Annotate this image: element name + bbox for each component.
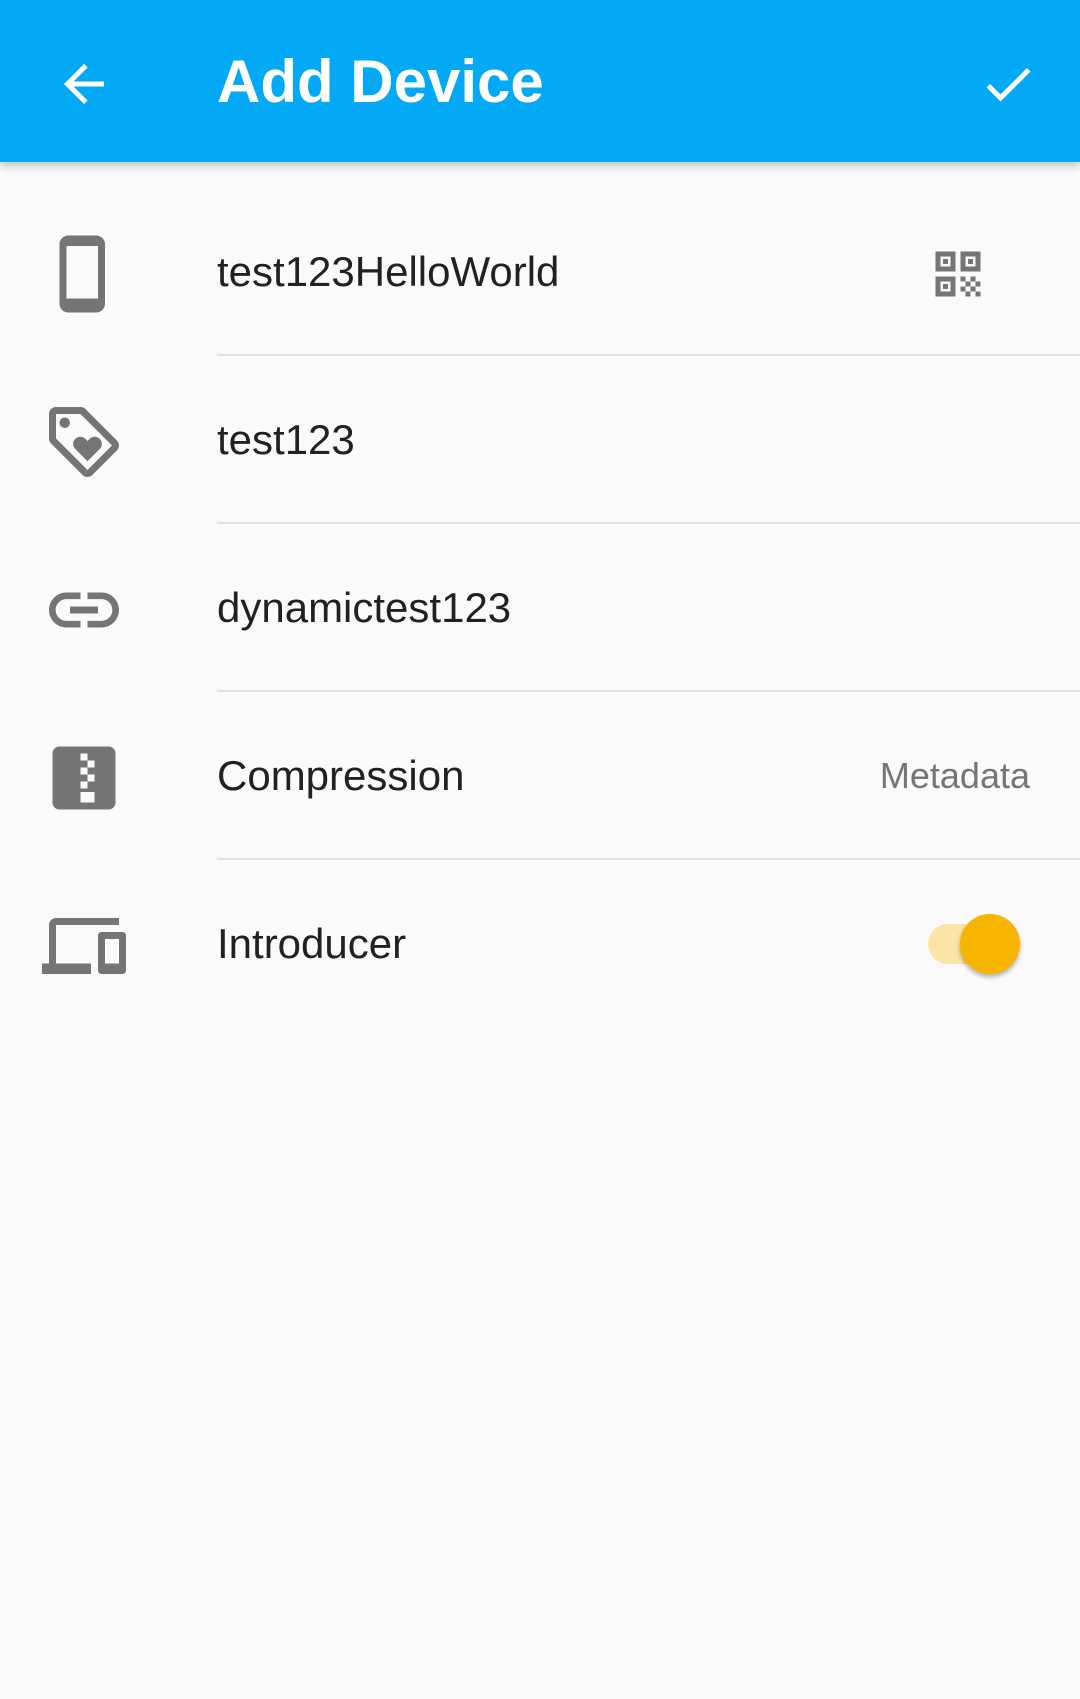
qr-code-icon[interactable] — [928, 244, 988, 304]
app-bar: Add Device — [0, 0, 1080, 162]
phone-icon — [59, 235, 105, 313]
devices-icon — [42, 918, 126, 974]
address-field[interactable]: dynamictest123 — [217, 574, 511, 642]
device-name-row: test123 — [0, 356, 1080, 524]
compression-row[interactable]: Compression Metadata — [0, 692, 1080, 860]
introducer-label: Introducer — [217, 920, 407, 967]
compression-value: Metadata — [879, 755, 1030, 796]
page-title: Add Device — [217, 48, 544, 115]
address-row: dynamictest123 — [0, 524, 1080, 692]
toggle-thumb — [960, 914, 1020, 974]
arrow-back-icon[interactable] — [54, 54, 114, 114]
device-id-row: test123HelloWorld — [0, 188, 1080, 356]
link-icon — [49, 592, 119, 628]
check-icon[interactable] — [978, 54, 1038, 114]
tag-icon — [49, 407, 119, 477]
compression-label: Compression — [217, 752, 465, 799]
device-name-field[interactable]: test123 — [217, 406, 355, 474]
introducer-row: Introducer — [0, 860, 1080, 1028]
device-id-field[interactable]: test123HelloWorld — [217, 238, 559, 306]
zip-icon — [52, 746, 116, 810]
introducer-toggle[interactable] — [924, 912, 1024, 976]
